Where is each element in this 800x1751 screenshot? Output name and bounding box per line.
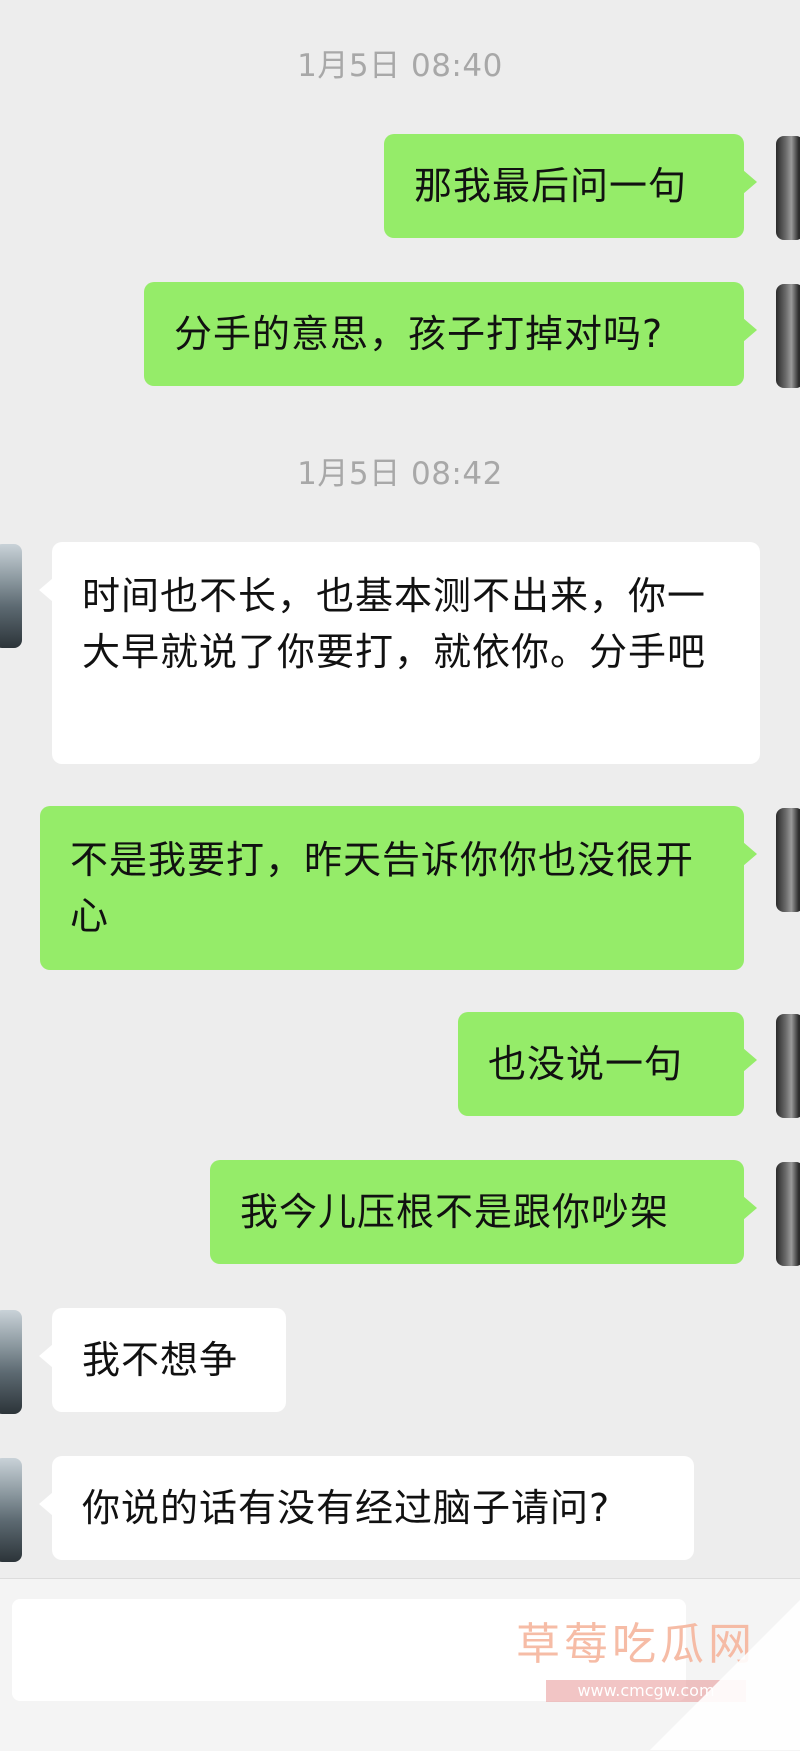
page-corner-decoration: [650, 1600, 800, 1750]
message-bubble-received[interactable]: 时间也不长，也基本测不出来，你一大早就说了你要打，就依你。分手吧: [39, 542, 760, 764]
message-bubble-sent[interactable]: 那我最后问一句: [384, 134, 757, 238]
message-bubble-sent[interactable]: 也没说一句: [458, 1012, 757, 1116]
message-text: 你说的话有没有经过脑子请问?: [82, 1486, 611, 1530]
timestamp: 1月5日 08:40: [297, 48, 503, 84]
message-text: 分手的意思，孩子打掉对吗?: [174, 312, 664, 356]
my-avatar[interactable]: [776, 284, 800, 388]
message-text: 时间也不长，也基本测不出来，你一大早就说了你要打，就依你。分手吧: [82, 574, 707, 674]
message-text: 不是我要打，昨天告诉你你也没很开心: [70, 838, 695, 938]
message-bubble-received[interactable]: 我不想争: [39, 1308, 286, 1412]
message-bubble-received[interactable]: 你说的话有没有经过脑子请问?: [39, 1456, 694, 1560]
contact-avatar[interactable]: [0, 1310, 22, 1414]
message-bubble-sent[interactable]: 不是我要打，昨天告诉你你也没很开心: [40, 806, 757, 970]
my-avatar[interactable]: [776, 808, 800, 912]
message-text: 也没说一句: [488, 1042, 684, 1086]
contact-avatar[interactable]: [0, 1458, 22, 1562]
contact-avatar[interactable]: [0, 544, 22, 648]
my-avatar[interactable]: [776, 1162, 800, 1266]
chat-message-list[interactable]: 1月5日 08:40 那我最后问一句 分手的意思，孩子打掉对吗? 1月5日 08…: [0, 0, 800, 1575]
timestamp: 1月5日 08:42: [297, 456, 503, 492]
message-text: 我今儿压根不是跟你吵架: [240, 1190, 670, 1234]
message-text: 那我最后问一句: [414, 164, 688, 208]
my-avatar[interactable]: [776, 1014, 800, 1118]
message-bubble-sent[interactable]: 我今儿压根不是跟你吵架: [210, 1160, 757, 1264]
message-input[interactable]: [12, 1599, 686, 1701]
my-avatar[interactable]: [776, 136, 800, 240]
message-text: 我不想争: [82, 1338, 239, 1382]
message-bubble-sent[interactable]: 分手的意思，孩子打掉对吗?: [144, 282, 757, 386]
